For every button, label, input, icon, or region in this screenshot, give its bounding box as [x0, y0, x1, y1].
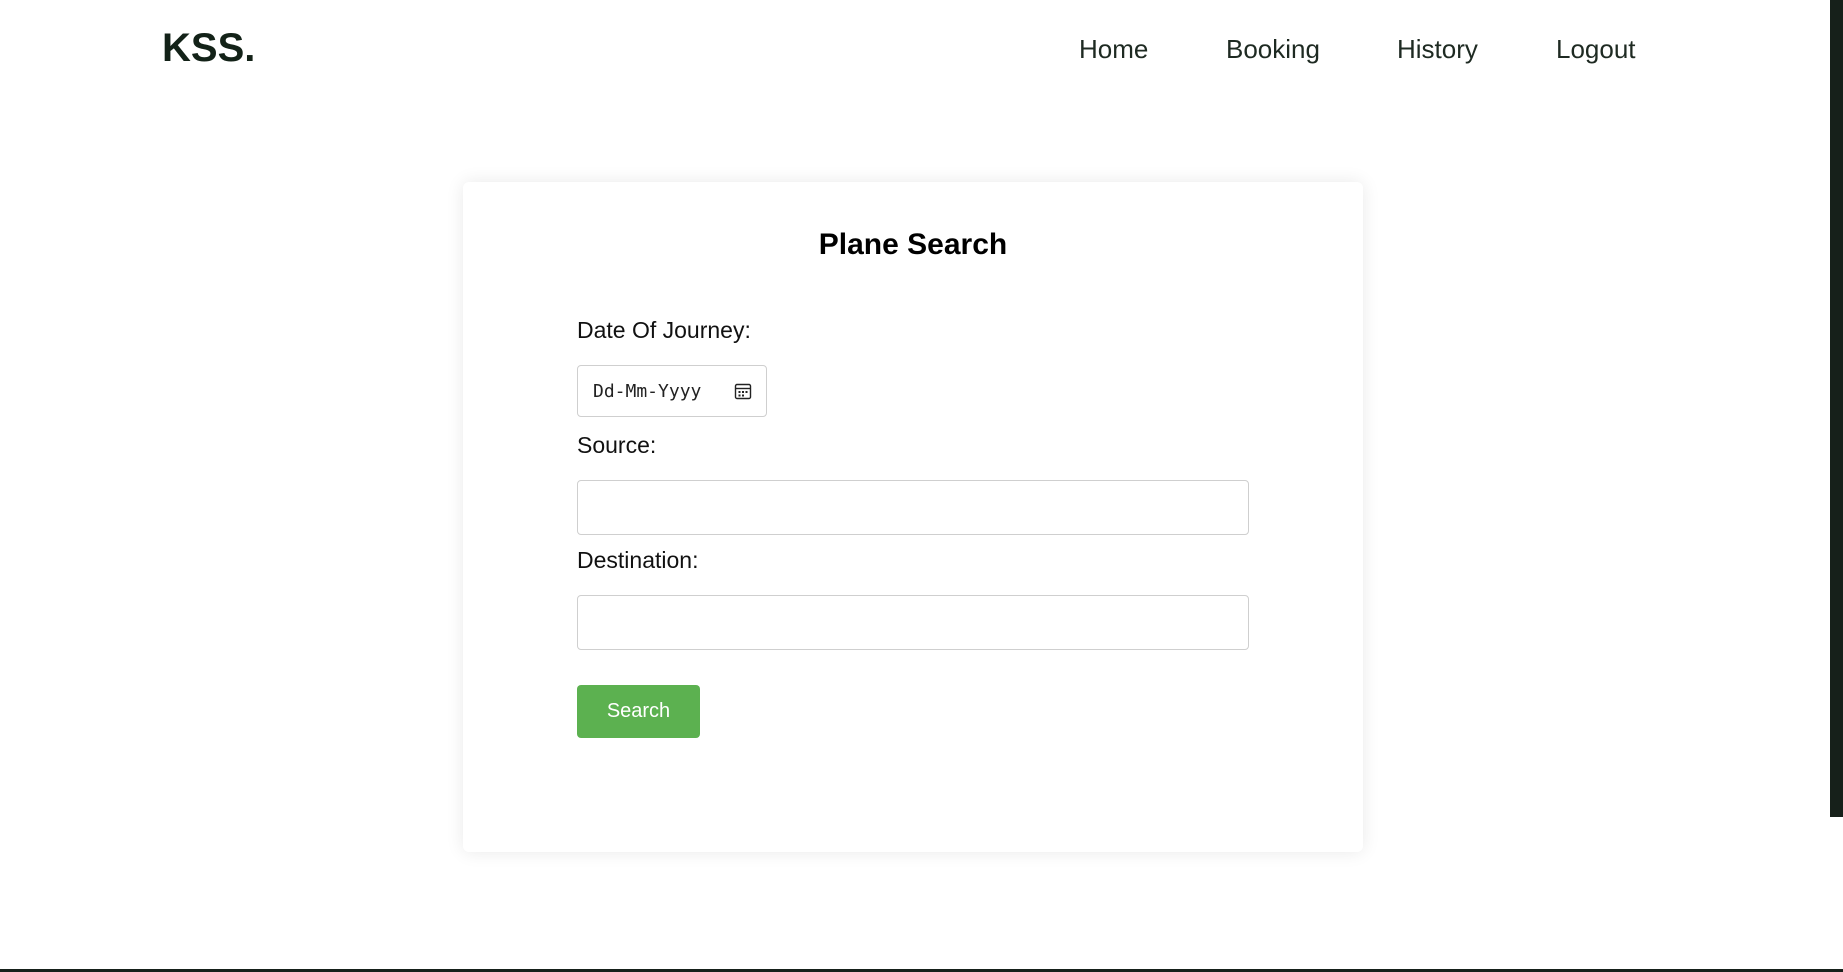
destination-input[interactable] [577, 595, 1249, 650]
nav-logout[interactable]: Logout [1556, 34, 1636, 65]
date-placeholder: Dd-Mm-Yyyy [593, 381, 702, 402]
nav-history[interactable]: History [1397, 34, 1478, 65]
nav-links: Home Booking History Logout [0, 34, 1830, 66]
nav-booking[interactable]: Booking [1226, 34, 1320, 65]
page-title: Plane Search [818, 228, 1008, 261]
source-input[interactable] [577, 480, 1249, 535]
date-label: Date Of Journey: [577, 317, 751, 343]
date-of-journey-input[interactable]: Dd-Mm-Yyyy [577, 365, 767, 417]
source-label: Source: [577, 432, 657, 458]
search-button[interactable]: Search [577, 685, 700, 738]
calendar-icon[interactable] [734, 382, 752, 400]
page: KSS. Home Booking History Logout Plane S… [0, 0, 1843, 972]
nav-home[interactable]: Home [1079, 34, 1148, 65]
plane-search-card: Plane Search Date Of Journey: Dd-Mm-Yyyy… [463, 182, 1363, 852]
navbar: KSS. Home Booking History Logout [0, 0, 1830, 100]
destination-label: Destination: [577, 547, 699, 573]
right-edge-bar [1830, 0, 1843, 817]
